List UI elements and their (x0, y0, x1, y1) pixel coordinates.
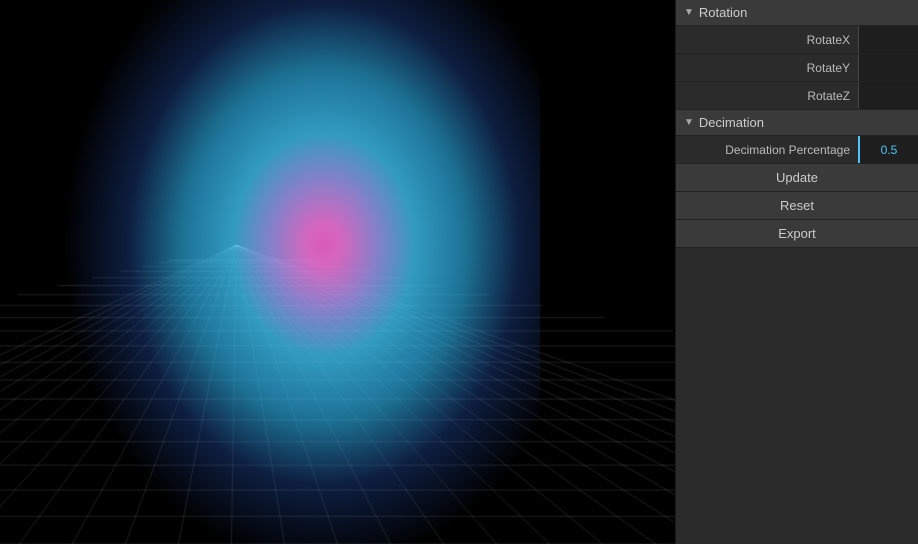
decimation-collapse-arrow: ▼ (684, 117, 694, 128)
rotate-x-value[interactable] (858, 26, 918, 53)
export-button[interactable]: Export (676, 220, 918, 248)
decimation-percentage-value[interactable]: 0.5 (858, 136, 918, 163)
rotate-x-label: RotateX (676, 33, 858, 47)
rotation-section-content: RotateX RotateY RotateZ (676, 26, 918, 110)
rotate-z-row: RotateZ (676, 82, 918, 110)
3d-viewport[interactable] (0, 0, 675, 544)
rotation-section-label: Rotation (699, 5, 747, 20)
decimation-section-content: Decimation Percentage 0.5 Update Reset E… (676, 136, 918, 248)
rotate-x-row: RotateX (676, 26, 918, 54)
update-button[interactable]: Update (676, 164, 918, 192)
rotation-collapse-arrow: ▼ (684, 7, 694, 18)
decimation-percentage-row: Decimation Percentage 0.5 (676, 136, 918, 164)
rotate-y-value[interactable] (858, 54, 918, 81)
3d-model (60, 0, 540, 544)
rotate-y-row: RotateY (676, 54, 918, 82)
rotate-z-label: RotateZ (676, 89, 858, 103)
right-panel: ▼ Rotation RotateX RotateY RotateZ ▼ Dec… (675, 0, 918, 544)
rotate-y-label: RotateY (676, 61, 858, 75)
reset-button[interactable]: Reset (676, 192, 918, 220)
rotation-section-header[interactable]: ▼ Rotation (676, 0, 918, 26)
decimation-percentage-label: Decimation Percentage (676, 143, 858, 157)
rotate-z-value[interactable] (858, 82, 918, 109)
decimation-section-label: Decimation (699, 115, 764, 130)
decimation-section-header[interactable]: ▼ Decimation (676, 110, 918, 136)
